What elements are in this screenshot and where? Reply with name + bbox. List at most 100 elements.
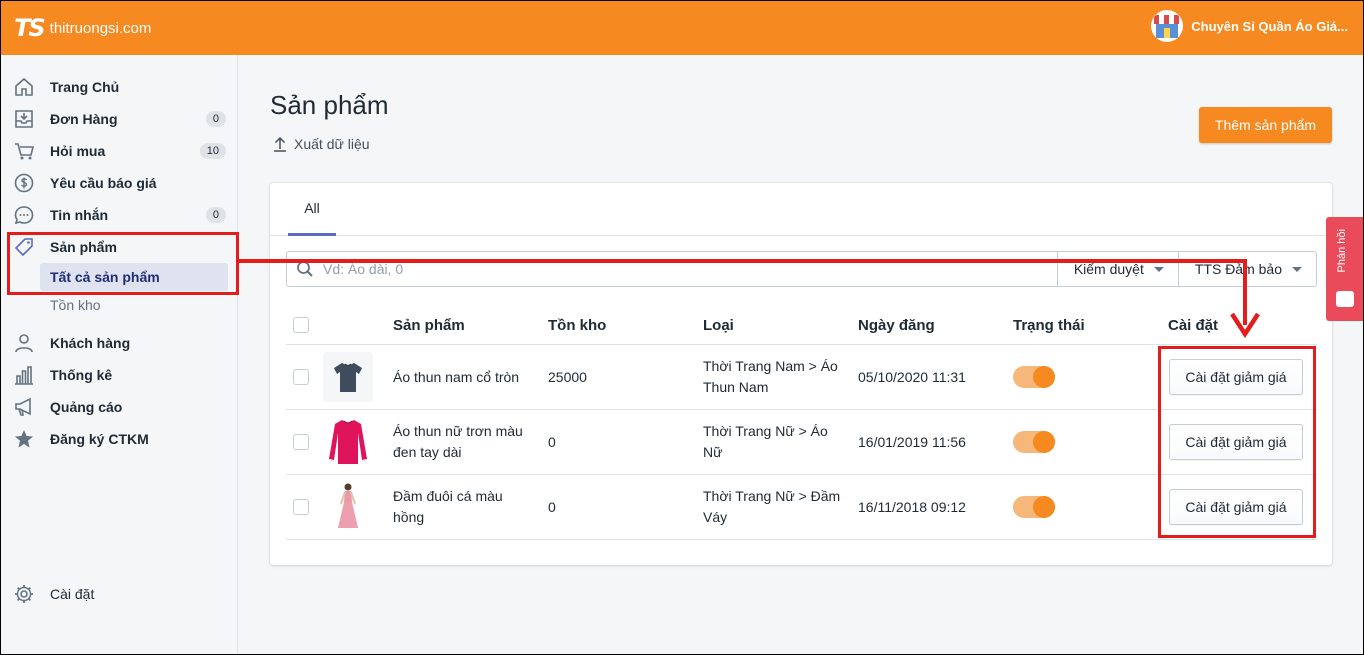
shop-avatar[interactable] [1151,10,1184,42]
longsleeve-image [329,420,367,464]
chart-icon [12,363,36,387]
sidebar-item-label: Quảng cáo [50,399,123,415]
row-checkbox[interactable] [293,434,309,450]
date-value: 05/10/2020 11:31 [858,368,966,385]
status-toggle[interactable] [1013,496,1055,518]
feedback-tab[interactable]: Phản hồi [1326,217,1364,321]
product-name[interactable]: Áo thun nam cổ tròn [393,345,533,409]
stock-value: 0 [548,498,556,515]
upload-icon [272,136,288,152]
site-logo[interactable]: TS thitruongsi.com [14,14,151,42]
stock-value: 25000 [548,368,587,385]
chat-icon [12,203,36,227]
column-header[interactable]: Ngày đăng [858,307,935,344]
dress-image [338,483,358,528]
products-card: All Kiểm duyệt TTS Đảm bảo Sản phẩm Tồn … [270,183,1332,565]
row-checkbox[interactable] [293,499,309,515]
table-row: Áo thun nữ trơn màu đen tay dài 0 Thời T… [286,410,1317,475]
megaphone-icon [12,395,36,419]
sidebar-item-label: Sản phẩm [50,239,117,255]
sidebar-subitem-all-products[interactable]: Tất cả sản phẩm [40,263,228,291]
top-bar: TS thitruongsi.com Chuyên Sỉ Quần Áo Giá… [0,0,1364,55]
gear-icon [12,582,36,606]
sidebar-item-label: Yêu cầu báo giá [50,175,157,191]
home-icon [12,75,36,99]
discount-settings-button[interactable]: Cài đặt giảm giá [1169,424,1303,460]
category-value: Thời Trang Nữ > Áo Nữ [703,423,828,460]
shop-name[interactable]: Chuyên Sỉ Quần Áo Giá... [1191,19,1348,34]
feedback-label: Phản hồi [1336,229,1348,273]
sidebar-item-quotes[interactable]: Yêu cầu báo giá [12,169,226,197]
row-checkbox[interactable] [293,369,309,385]
sidebar-item-messages[interactable]: Tin nhắn 0 [12,201,226,229]
sidebar-item-customers[interactable]: Khách hàng [12,329,226,357]
sidebar-item-label: Hỏi mua [50,143,106,159]
column-header[interactable]: Trạng thái [1013,307,1085,344]
tab-all[interactable]: All [288,183,336,236]
column-header[interactable]: Tồn kho [548,307,606,344]
page-title: Sản phẩm [270,90,389,120]
feedback-icon [1336,291,1354,307]
count-badge: 0 [205,207,226,223]
count-badge: 0 [205,111,226,127]
status-toggle[interactable] [1013,366,1055,388]
sidebar-item-promotions[interactable]: Đăng ký CTKM [12,425,226,453]
star-icon [12,427,36,451]
sidebar-item-label: Thống kê [50,367,113,383]
date-value: 16/11/2018 09:12 [858,498,966,515]
tshirt-image [334,363,362,392]
select-all-checkbox[interactable] [293,317,309,333]
tab-bar: All [270,183,1332,236]
column-header[interactable]: Cài đặt [1168,307,1218,344]
caret-down-icon [1292,266,1302,272]
filter-bar: Kiểm duyệt TTS Đảm bảo [286,251,1317,287]
discount-settings-button[interactable]: Cài đặt giảm giá [1169,359,1303,395]
shop-account[interactable]: Chuyên Sỉ Quần Áo Giá... [1151,10,1348,42]
inbox-icon [12,107,36,131]
sidebar-item-orders[interactable]: Đơn Hàng 0 [12,105,226,133]
product-thumbnail[interactable] [323,352,373,402]
date-value: 16/01/2019 11:56 [858,433,966,450]
sidebar-subitem-inventory[interactable]: Tồn kho [40,291,228,319]
status-toggle[interactable] [1013,431,1055,453]
sidebar-item-label: Tin nhắn [50,207,109,223]
filter-label: TTS Đảm bảo [1194,261,1282,277]
discount-settings-button[interactable]: Cài đặt giảm giá [1169,489,1303,525]
column-header[interactable]: Loại [703,307,734,344]
sidebar-item-products[interactable]: Sản phẩm [12,233,226,261]
logo-text: thitruongsi.com [49,19,152,37]
product-thumbnail[interactable] [323,482,373,532]
sidebar-item-label: Đơn Hàng [50,111,118,127]
export-label: Xuất dữ liệu [294,136,370,152]
product-thumbnail[interactable] [323,417,373,467]
stock-value: 0 [548,433,556,450]
filter-label: Kiểm duyệt [1073,261,1144,277]
review-status-filter[interactable]: Kiểm duyệt [1056,251,1178,287]
product-name[interactable]: Áo thun nữ trơn màu đen tay dài [393,410,533,474]
table-row: Áo thun nam cổ tròn 25000 Thời Trang Nam… [286,345,1317,410]
sidebar-item-label: Khách hàng [50,335,131,351]
product-name[interactable]: Đầm đuôi cá màu hồng [393,475,533,539]
sidebar: Trang Chủ Đơn Hàng 0 Hỏi mua 10 Yêu cầu … [0,55,238,655]
category-value: Thời Trang Nam > Áo Thun Nam [703,358,838,395]
arrow-down-icon [1230,312,1260,339]
sidebar-item-home[interactable]: Trang Chủ [12,73,226,101]
cart-icon [12,139,36,163]
table-header: Sản phẩm Tồn kho Loại Ngày đăng Trạng th… [286,307,1317,345]
sidebar-item-ads[interactable]: Quảng cáo [12,393,226,421]
tag-icon [12,235,36,259]
sidebar-item-settings[interactable]: Cài đặt [12,580,226,608]
add-product-button[interactable]: Thêm sản phẩm [1199,107,1332,143]
table-row: Đầm đuôi cá màu hồng 0 Thời Trang Nữ > Đ… [286,475,1317,540]
annotation-line [239,259,1247,263]
logo-mark: TS [14,14,46,42]
sidebar-item-statistics[interactable]: Thống kê [12,361,226,389]
count-badge: 10 [199,143,226,159]
export-data-link[interactable]: Xuất dữ liệu [272,136,370,152]
category-value: Thời Trang Nữ > Đầm Váy [703,488,841,525]
sidebar-item-label: Đăng ký CTKM [50,431,149,447]
column-header[interactable]: Sản phẩm [393,307,465,344]
user-icon [12,331,36,355]
sidebar-item-inquiries[interactable]: Hỏi mua 10 [12,137,226,165]
caret-down-icon [1153,266,1164,272]
